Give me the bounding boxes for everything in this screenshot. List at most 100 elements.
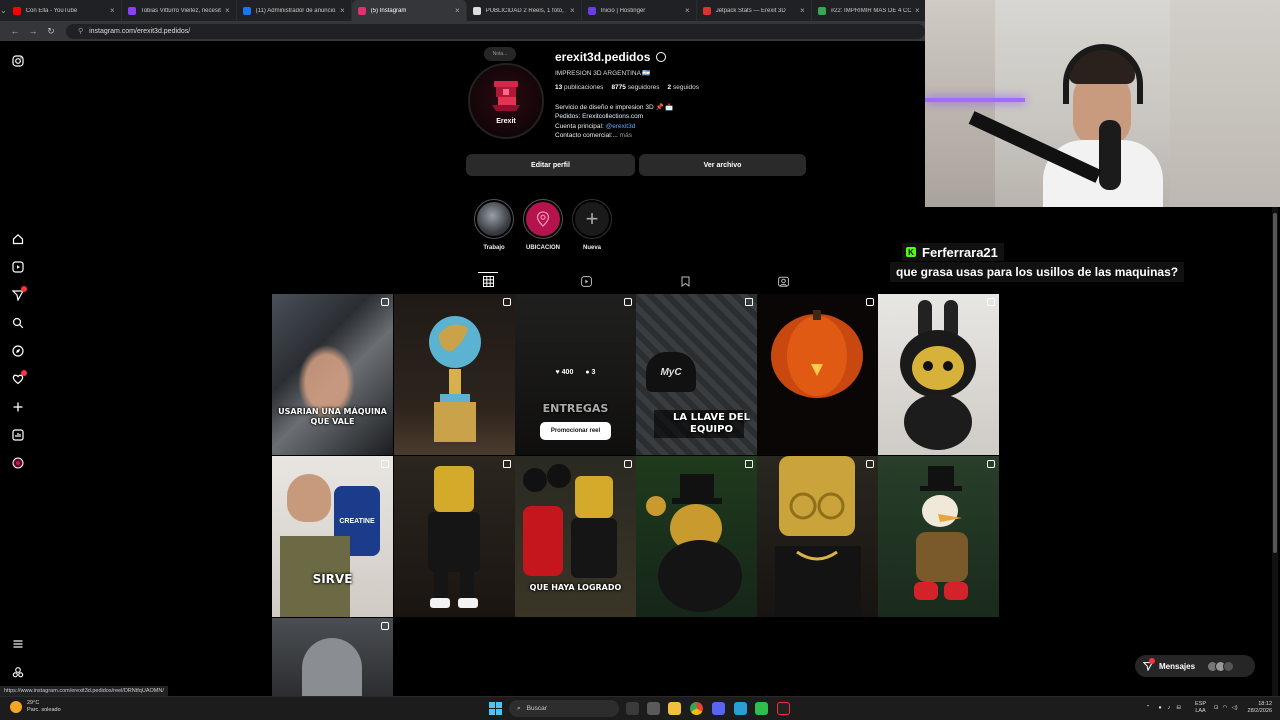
- tab-search-icon[interactable]: ⌄: [0, 0, 7, 21]
- telegram-icon[interactable]: [734, 702, 747, 715]
- app-icon-red[interactable]: [777, 702, 790, 715]
- back-icon[interactable]: ←: [6, 26, 24, 36]
- messages-button[interactable]: Mensajes: [1135, 655, 1255, 677]
- scrollbar-thumb[interactable]: [1273, 213, 1277, 553]
- instagram-logo-icon[interactable]: [11, 54, 25, 68]
- bio-more-link[interactable]: más: [620, 132, 632, 139]
- post-tile[interactable]: CREATINE SIRVE: [272, 456, 393, 617]
- tagged-tab-icon[interactable]: [778, 276, 789, 287]
- highlight-trabajo[interactable]: Trabajo: [472, 199, 516, 251]
- post-tile-hovered[interactable]: ♥ 400 ● 3 ENTREGAS Promocionar reel: [515, 294, 636, 455]
- more-menu-icon[interactable]: [11, 637, 25, 651]
- post-tile[interactable]: [757, 456, 878, 617]
- search-icon[interactable]: [11, 316, 25, 330]
- tab-close-icon[interactable]: ×: [340, 6, 345, 15]
- profile-avatar[interactable]: Erexit: [468, 63, 544, 139]
- weather-desc: Parc. soleado: [27, 707, 61, 713]
- file-explorer-icon[interactable]: [668, 702, 681, 715]
- tray-mic-icon[interactable]: ♪: [1168, 705, 1171, 711]
- bio-line-1: Servicio de diseño e impresion 3D 📌 📩: [555, 104, 674, 111]
- volume-icon[interactable]: ◁): [1231, 705, 1237, 711]
- reels-tab-icon[interactable]: [581, 276, 592, 287]
- settings-gear-icon[interactable]: [656, 52, 667, 62]
- dashboard-icon[interactable]: [11, 428, 25, 442]
- browser-tab[interactable]: Tobias Vitturro Vieitez, necesit... ×: [122, 0, 237, 21]
- discord-icon[interactable]: [712, 702, 725, 715]
- post-tile[interactable]: [394, 456, 515, 617]
- reload-icon[interactable]: ↻: [42, 26, 60, 37]
- post-tile[interactable]: [394, 294, 515, 455]
- chat-message: que grasa usas para los usillos de las m…: [890, 262, 1185, 282]
- tab-close-icon[interactable]: ×: [570, 6, 575, 15]
- post-image-pumpkin: [771, 310, 863, 398]
- browser-tab[interactable]: Inicio | Hostinger ×: [582, 0, 697, 21]
- app-icon-green[interactable]: [755, 702, 768, 715]
- profile-avatar-icon[interactable]: [11, 456, 25, 470]
- notifications-heart-icon[interactable]: [11, 370, 27, 386]
- post-tile[interactable]: [878, 456, 999, 617]
- post-tile[interactable]: MyC LA LLAVE DEL EQUIPO: [636, 294, 757, 455]
- browser-tab[interactable]: (11) Administrador de anuncio... ×: [237, 0, 352, 21]
- note-bubble[interactable]: Nota...: [484, 47, 516, 61]
- posts-stat: 13 publicaciones: [555, 84, 603, 91]
- page-scrollbar[interactable]: [1272, 207, 1278, 696]
- threads-icon[interactable]: [11, 665, 25, 679]
- bio-mention-link[interactable]: @erexit3d: [606, 123, 636, 130]
- bio-line-2[interactable]: Pedidos: Erexitcollections.com: [555, 112, 673, 121]
- calculator-icon[interactable]: [647, 702, 660, 715]
- post-tile[interactable]: [272, 618, 393, 696]
- following-stat[interactable]: 2 seguidos: [668, 84, 699, 91]
- tray-chevron-icon[interactable]: ⌃: [1146, 705, 1151, 711]
- post-tile[interactable]: USARIAN UNA MÁQUINA QUE VALE: [272, 294, 393, 455]
- url-field[interactable]: ⚲ instagram.com/erexit3d.pedidos/: [65, 23, 926, 39]
- post-tile[interactable]: [878, 294, 999, 455]
- reel-icon: [987, 298, 995, 306]
- promote-reel-button[interactable]: Promocionar reel: [540, 422, 611, 440]
- tab-close-icon[interactable]: ×: [915, 6, 920, 15]
- messages-badge: [1149, 658, 1155, 664]
- post-tile[interactable]: [757, 294, 878, 455]
- post-caption: QUE HAYA LOGRADO: [529, 583, 622, 592]
- browser-tab[interactable]: Jetpack Stats — Erexit 3D ×: [697, 0, 812, 21]
- followers-stat[interactable]: 8775 seguidores: [611, 84, 659, 91]
- active-tab-indicator: [478, 272, 498, 273]
- browser-tab[interactable]: Con Ella - YouTube ×: [7, 0, 122, 21]
- message-avatars: [1207, 660, 1235, 672]
- saved-tab-icon[interactable]: [680, 276, 691, 287]
- post-image-helmet: [302, 638, 362, 696]
- browser-tab[interactable]: #22: IMPRIMIR MAS DE 4 CO... ×: [812, 0, 927, 21]
- tab-close-icon[interactable]: ×: [225, 6, 230, 15]
- chrome-icon[interactable]: [690, 702, 703, 715]
- browser-tab[interactable]: PUBLICIDAD 2 Reels, 1 foto, 1... ×: [467, 0, 582, 21]
- forward-icon[interactable]: →: [24, 26, 42, 36]
- task-view-icon[interactable]: [626, 702, 639, 715]
- tab-close-icon[interactable]: ×: [110, 6, 115, 15]
- browser-tab[interactable]: (5) Instagram ×: [351, 0, 467, 21]
- tab-close-icon[interactable]: ×: [800, 6, 805, 15]
- view-archive-button[interactable]: Ver archivo: [639, 154, 806, 176]
- tray-app-icon[interactable]: ●: [1158, 705, 1161, 711]
- post-tile[interactable]: QUE HAYA LOGRADO: [515, 456, 636, 617]
- edit-profile-button[interactable]: Editar perfil: [466, 154, 635, 176]
- profile-tagline: IMPRESION 3D ARGENTINA 🇦🇷: [555, 70, 651, 77]
- network-icon[interactable]: ⊡: [1214, 705, 1219, 711]
- posts-grid-tab-icon[interactable]: [483, 276, 494, 287]
- tab-close-icon[interactable]: ×: [685, 6, 690, 15]
- site-info-icon[interactable]: ⚲: [78, 27, 83, 35]
- tab-close-icon[interactable]: ×: [455, 6, 460, 15]
- tray-usb-icon[interactable]: ⊟: [1176, 705, 1181, 711]
- direct-messages-icon[interactable]: [11, 286, 27, 302]
- explore-icon[interactable]: [11, 344, 25, 358]
- post-tile[interactable]: [636, 456, 757, 617]
- reels-icon[interactable]: [11, 260, 25, 274]
- taskbar-clock[interactable]: 18:12 28/2/2026: [1248, 701, 1272, 715]
- home-icon[interactable]: [11, 232, 25, 246]
- highlight-new[interactable]: + Nueva: [570, 199, 614, 251]
- create-plus-icon[interactable]: [11, 400, 25, 414]
- windows-start-icon[interactable]: [489, 702, 502, 715]
- highlight-ubicacion[interactable]: UBICACION: [521, 199, 565, 251]
- weather-widget[interactable]: 29°C Parc. soleado: [10, 700, 61, 714]
- taskbar-search[interactable]: ⌕ Buscar: [509, 700, 619, 717]
- language-indicator[interactable]: ESP LAA: [1195, 701, 1206, 715]
- wifi-icon[interactable]: ◠: [1223, 705, 1228, 711]
